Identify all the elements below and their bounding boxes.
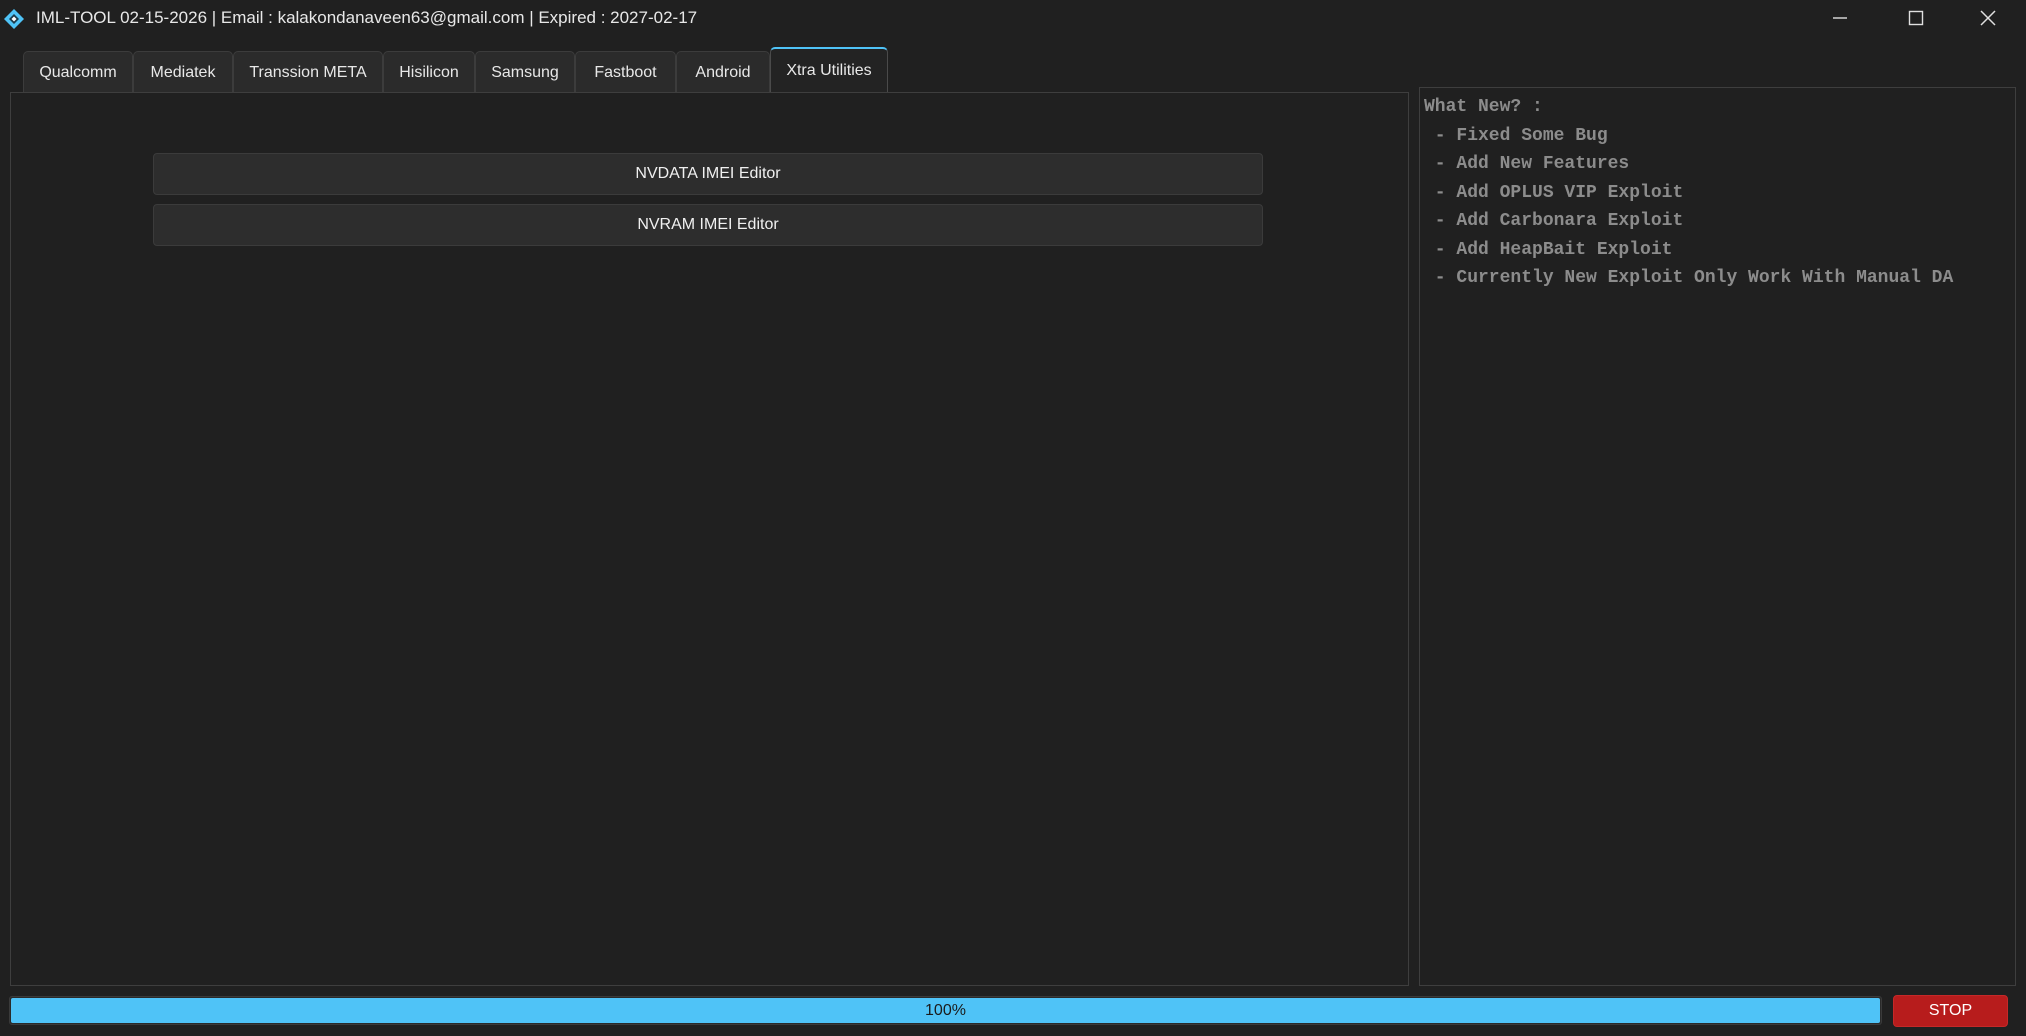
nvdata-imei-editor-button[interactable]: NVDATA IMEI Editor — [153, 153, 1263, 195]
close-icon — [1980, 10, 1996, 26]
minimize-button[interactable] — [1802, 0, 1878, 36]
news-item: - Add New Features — [1424, 154, 1630, 174]
news-item: - Fixed Some Bug — [1424, 125, 1608, 146]
news-item: - Add Carbonara Exploit — [1424, 211, 1684, 231]
tab-bar: Qualcomm Mediatek Transsion META Hisilic… — [0, 46, 1420, 93]
tab-transsion-meta[interactable]: Transsion META — [233, 51, 383, 93]
progress-bar: 100% — [9, 996, 1882, 1025]
stop-button[interactable]: STOP — [1893, 995, 2008, 1027]
close-button[interactable] — [1950, 0, 2026, 36]
diamond-app-icon — [4, 9, 24, 29]
title-bar: IML-TOOL 02-15-2026 | Email : kalakondan… — [0, 0, 2026, 38]
progress-label: 100% — [925, 1001, 966, 1019]
nvram-imei-editor-button[interactable]: NVRAM IMEI Editor — [153, 204, 1263, 246]
tab-mediatek[interactable]: Mediatek — [133, 51, 233, 93]
news-item: - Add OPLUS VIP Exploit — [1424, 182, 1684, 203]
whats-new-heading: What New? : — [1424, 97, 1543, 117]
minimize-icon — [1833, 17, 1847, 19]
utilities-panel: NVDATA IMEI Editor NVRAM IMEI Editor — [10, 92, 1409, 986]
whats-new-log[interactable]: What New? : - Fixed Some Bug - Add New F… — [1419, 87, 2016, 986]
tab-hisilicon[interactable]: Hisilicon — [383, 51, 475, 93]
news-item: - Add HeapBait Exploit — [1424, 239, 1673, 260]
window-title: IML-TOOL 02-15-2026 | Email : kalakondan… — [36, 8, 698, 27]
maximize-icon — [1908, 10, 1924, 26]
tab-android[interactable]: Android — [676, 51, 770, 93]
maximize-button[interactable] — [1878, 0, 1954, 36]
news-item: - Currently New Exploit Only Work With M… — [1424, 268, 1954, 288]
tab-qualcomm[interactable]: Qualcomm — [23, 51, 133, 93]
tab-fastboot[interactable]: Fastboot — [575, 51, 676, 93]
tab-samsung[interactable]: Samsung — [475, 51, 575, 93]
tab-xtra-utilities[interactable]: Xtra Utilities — [770, 47, 888, 93]
